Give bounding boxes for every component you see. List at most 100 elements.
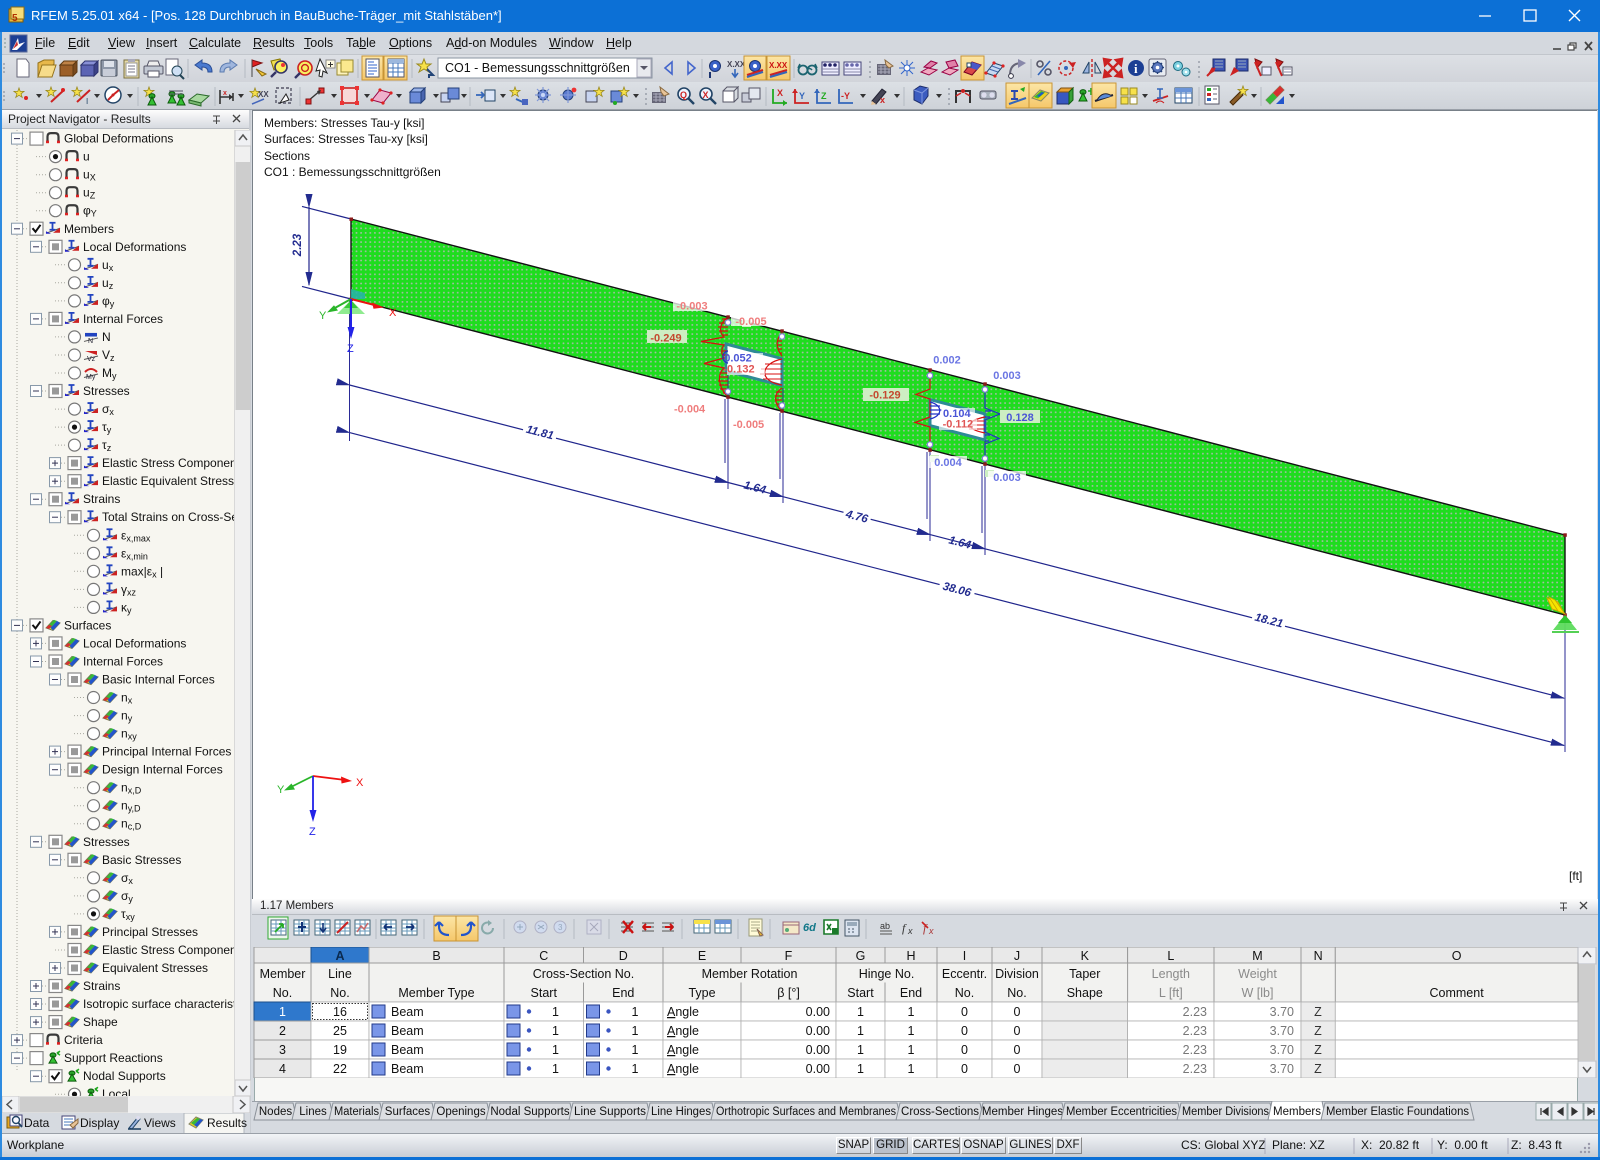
svg-text:Z: Z (309, 826, 316, 838)
svg-text:1: 1 (857, 1043, 864, 1057)
svg-text:Openings: Openings (436, 1106, 485, 1118)
svg-text:F: F (785, 949, 793, 963)
svg-text:Surfaces: Surfaces (385, 1106, 431, 1118)
svg-text:τz: τz (102, 438, 112, 453)
svg-text:0.004: 0.004 (934, 457, 962, 469)
svg-text:H: H (906, 949, 915, 963)
svg-text:1: 1 (908, 1005, 915, 1019)
svg-text:End: End (612, 986, 634, 1000)
svg-text:max|εx |: max|εx | (121, 564, 163, 579)
svg-text:Nodes: Nodes (259, 1106, 292, 1118)
svg-text:No.: No. (1007, 986, 1026, 1000)
svg-text:M: M (1252, 949, 1262, 963)
svg-text:γxz: γxz (121, 582, 137, 597)
svg-text:Q: Q (680, 90, 687, 100)
svg-text:16: 16 (333, 1005, 347, 1019)
svg-text:x: x (880, 95, 885, 105)
svg-text:X: X (356, 777, 364, 789)
svg-text:Length: Length (1152, 967, 1190, 981)
svg-text:-0.004: -0.004 (674, 404, 706, 416)
svg-text:σx: σx (102, 402, 114, 417)
svg-text:Basic Stresses: Basic Stresses (102, 853, 181, 867)
svg-text:0: 0 (961, 1062, 968, 1076)
svg-text:X.XX: X.XX (727, 60, 746, 69)
svg-text:1: 1 (552, 1005, 559, 1019)
svg-text:1: 1 (552, 1043, 559, 1057)
svg-text:1: 1 (908, 1062, 915, 1076)
svg-text:Internal Forces: Internal Forces (83, 312, 163, 326)
svg-text:B: B (432, 949, 440, 963)
svg-text:CO1 - Bemessungsschnittgrößen: CO1 - Bemessungsschnittgrößen (445, 61, 630, 75)
svg-text:1: 1 (552, 1062, 559, 1076)
svg-text:Design Internal Forces: Design Internal Forces (102, 763, 223, 777)
svg-text:Start: Start (847, 986, 874, 1000)
svg-text:φY: φY (83, 204, 97, 219)
svg-text:Principal Internal Forces: Principal Internal Forces (102, 745, 231, 759)
svg-text:ab: ab (880, 921, 890, 931)
svg-text:Angle: Angle (667, 1043, 699, 1057)
svg-text:Angle: Angle (667, 1005, 699, 1019)
svg-text:0: 0 (961, 1024, 968, 1038)
svg-text:0: 0 (1014, 1062, 1021, 1076)
svg-text:Nodal Supports: Nodal Supports (83, 1069, 166, 1083)
svg-text:Line Supports: Line Supports (574, 1106, 646, 1118)
svg-text:Member: Member (260, 967, 306, 981)
svg-text:Member Hinges: Member Hinges (982, 1106, 1063, 1118)
svg-text:End: End (900, 986, 922, 1000)
svg-text:3: 3 (279, 1043, 286, 1057)
svg-text:0.128: 0.128 (1006, 412, 1034, 424)
svg-text:Members: Members (1273, 1106, 1321, 1118)
svg-text:2.23: 2.23 (1183, 1062, 1207, 1076)
svg-text:My: My (102, 366, 117, 381)
svg-text:0.00: 0.00 (806, 1005, 830, 1019)
svg-text:Beam: Beam (391, 1043, 424, 1057)
svg-text:D: D (619, 949, 628, 963)
svg-text:L [ft]: L [ft] (1159, 986, 1183, 1000)
svg-text:1: 1 (908, 1024, 915, 1038)
svg-text:Vz: Vz (102, 348, 115, 363)
svg-text:Local: Local (102, 1087, 131, 1096)
svg-text:Equivalent Stresses: Equivalent Stresses (102, 961, 208, 975)
svg-text:0.003: 0.003 (993, 370, 1021, 382)
svg-text:Nodal Supports: Nodal Supports (490, 1106, 570, 1118)
svg-text:22: 22 (333, 1062, 347, 1076)
svg-text:1: 1 (857, 1062, 864, 1076)
svg-text:25: 25 (333, 1024, 347, 1038)
svg-text:No.: No. (955, 986, 974, 1000)
svg-text:nx: nx (121, 691, 133, 706)
svg-text:O: O (1452, 949, 1462, 963)
svg-text:β [°]: β [°] (777, 986, 800, 1000)
svg-text:Local Deformations: Local Deformations (83, 636, 186, 650)
svg-text:Z: Z (821, 91, 827, 101)
svg-text:nxy: nxy (121, 727, 137, 742)
svg-text:No.: No. (273, 986, 292, 1000)
svg-text:Angle: Angle (667, 1062, 699, 1076)
svg-text:1: 1 (632, 1062, 639, 1076)
svg-text:i: i (1134, 61, 1138, 76)
svg-text:nc,D: nc,D (121, 817, 142, 832)
svg-text:Cross-Sections: Cross-Sections (901, 1106, 979, 1118)
svg-text:Member Type: Member Type (398, 986, 474, 1000)
svg-text:Members: Members (64, 222, 114, 236)
svg-text:18.21: 18.21 (1253, 612, 1284, 631)
svg-text:Comment: Comment (1430, 986, 1485, 1000)
svg-text:Z: Z (1314, 1024, 1322, 1038)
svg-text:Shape: Shape (1067, 986, 1103, 1000)
svg-text:K: K (1081, 949, 1090, 963)
svg-text:-0.005: -0.005 (733, 419, 764, 431)
svg-text:3: 3 (558, 923, 563, 932)
svg-text:Basic Internal Forces: Basic Internal Forces (102, 673, 215, 687)
svg-text:3.70: 3.70 (1270, 1062, 1294, 1076)
svg-text:0.003: 0.003 (993, 472, 1021, 484)
svg-text:A: A (335, 949, 344, 963)
svg-text:Total Strains on Cross-Se: Total Strains on Cross-Se (102, 510, 234, 524)
svg-text:Type: Type (688, 986, 715, 1000)
svg-text:Beam: Beam (391, 1024, 424, 1038)
svg-text:-0.129: -0.129 (869, 390, 900, 402)
svg-text:Materials: Materials (334, 1106, 379, 1118)
svg-text:3.70: 3.70 (1270, 1024, 1294, 1038)
svg-text:εx,max: εx,max (121, 528, 151, 543)
svg-text:N: N (88, 338, 93, 345)
svg-text:N: N (102, 330, 111, 344)
svg-text:38.06: 38.06 (941, 581, 972, 600)
